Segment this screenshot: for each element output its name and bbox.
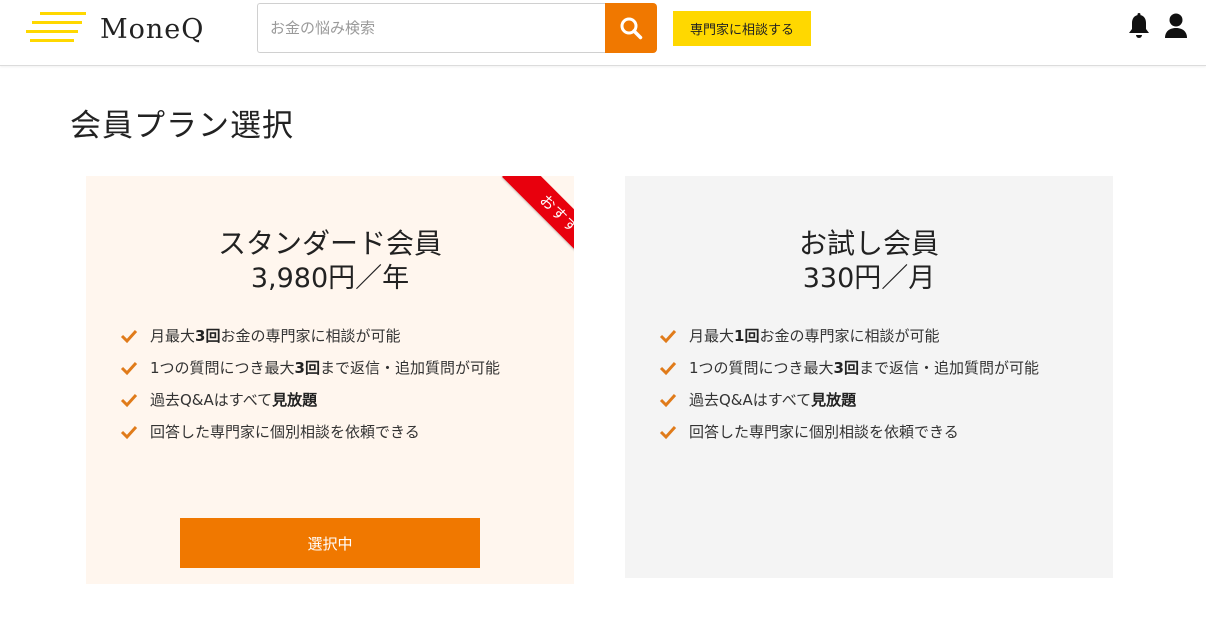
plan-price: 3,980円／年: [250, 263, 410, 294]
feature-text: 1つの質問につき最大: [150, 359, 295, 377]
page-title: 会員プラン選択: [70, 108, 294, 144]
feature-highlight: 3回: [195, 327, 221, 345]
plan-card-trial[interactable]: お試し会員 330円／月 月最大1回お金の専門家に相談が可能 1つの質問につき最…: [625, 176, 1113, 578]
account-button[interactable]: [1163, 12, 1189, 40]
search-icon: [620, 17, 643, 40]
check-icon: [659, 393, 677, 408]
feature-highlight: 1回: [734, 327, 760, 345]
notification-button[interactable]: [1126, 13, 1152, 41]
logo[interactable]: MoneQ: [26, 10, 216, 50]
feature-highlight: 3回: [294, 359, 320, 377]
feature-item: 過去Q&Aはすべて見放題: [120, 388, 500, 420]
plan-card-standard[interactable]: おすすめ スタンダード会員 3,980円／年 月最大3回お金の専門家に相談が可能…: [86, 176, 574, 584]
feature-text: 月最大: [689, 327, 735, 345]
feature-item: 月最大1回お金の専門家に相談が可能: [659, 324, 1039, 356]
check-icon: [659, 361, 677, 376]
check-icon: [120, 425, 138, 440]
feature-text: まで返信・追加質問が可能: [319, 359, 500, 377]
feature-highlight: 見放題: [272, 391, 318, 409]
feature-text: 過去Q&Aはすべて: [689, 391, 812, 409]
plan-price: 330円／月: [802, 263, 936, 294]
feature-item: 回答した専門家に個別相談を依頼できる: [659, 420, 1039, 452]
feature-item: 1つの質問につき最大3回まで返信・追加質問が可能: [659, 356, 1039, 388]
feature-highlight: 3回: [833, 359, 859, 377]
feature-text: 1つの質問につき最大: [689, 359, 834, 377]
check-icon: [659, 425, 677, 440]
site-header: MoneQ 専門家に相談する: [0, 0, 1206, 66]
feature-text: 回答した専門家に個別相談を依頼できる: [689, 423, 959, 441]
feature-list: 月最大1回お金の専門家に相談が可能 1つの質問につき最大3回まで返信・追加質問が…: [659, 324, 1039, 452]
feature-text: まで返信・追加質問が可能: [858, 359, 1039, 377]
feature-highlight: 見放題: [811, 391, 857, 409]
consult-expert-button[interactable]: 専門家に相談する: [673, 11, 811, 46]
feature-text: 回答した専門家に個別相談を依頼できる: [150, 423, 420, 441]
feature-text: お金の専門家に相談が可能: [220, 327, 401, 345]
user-icon: [1165, 13, 1187, 38]
search-input[interactable]: [257, 3, 606, 53]
feature-list: 月最大3回お金の専門家に相談が可能 1つの質問につき最大3回まで返信・追加質問が…: [120, 324, 500, 452]
search-bar: [257, 3, 657, 53]
feature-item: 1つの質問につき最大3回まで返信・追加質問が可能: [120, 356, 500, 388]
search-button[interactable]: [605, 3, 657, 53]
check-icon: [659, 329, 677, 344]
check-icon: [120, 329, 138, 344]
feature-text: お金の専門家に相談が可能: [759, 327, 940, 345]
feature-item: 回答した専門家に個別相談を依頼できる: [120, 420, 500, 452]
check-icon: [120, 361, 138, 376]
feature-text: 月最大: [150, 327, 196, 345]
feature-item: 過去Q&Aはすべて見放題: [659, 388, 1039, 420]
logo-text: MoneQ: [100, 14, 205, 45]
selected-plan-button[interactable]: 選択中: [180, 518, 480, 568]
logo-lines-icon: [26, 12, 86, 42]
bell-icon: [1129, 13, 1149, 38]
feature-text: 過去Q&Aはすべて: [150, 391, 273, 409]
check-icon: [120, 393, 138, 408]
feature-item: 月最大3回お金の専門家に相談が可能: [120, 324, 500, 356]
